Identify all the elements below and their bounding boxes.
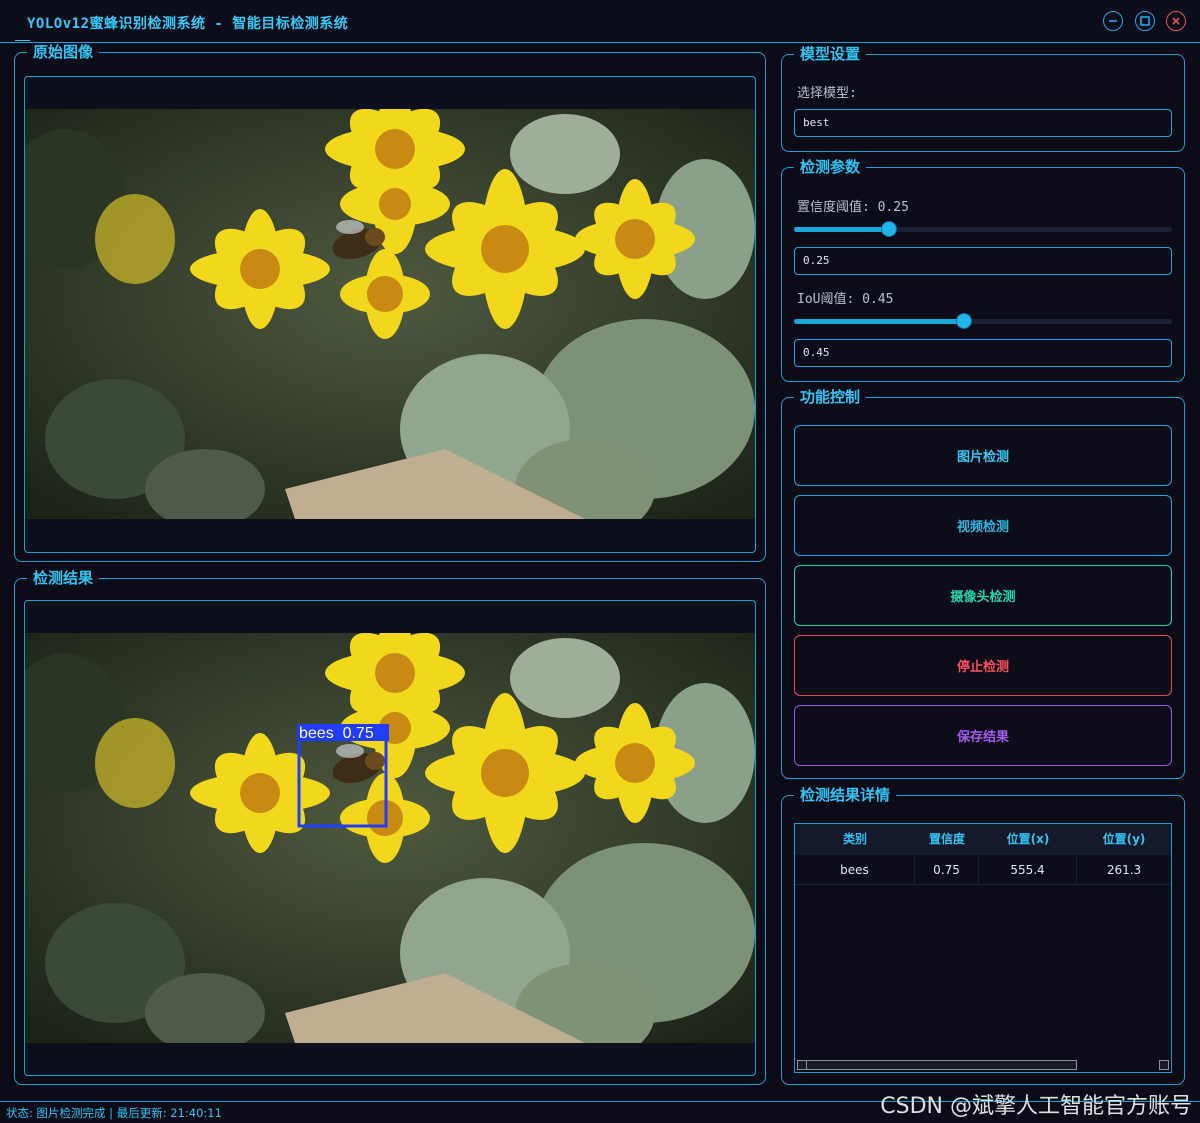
window-title: YOLOv12蜜蜂识别检测系统 - 智能目标检测系统 — [27, 16, 349, 32]
model-select-label: 选择模型: — [797, 86, 857, 101]
iou-slider[interactable] — [794, 313, 1172, 329]
close-icon[interactable] — [1166, 11, 1186, 31]
iou-input[interactable]: 0.45 — [794, 339, 1172, 367]
title-bar: YOLOv12蜜蜂识别检测系统 - 智能目标检测系统 — [0, 0, 1200, 43]
video-detect-button[interactable]: 视频检测 — [794, 495, 1172, 556]
iou-slider-fill — [794, 319, 965, 324]
detection-details-title: 检测结果详情 — [794, 786, 897, 804]
table-cell-confidence[interactable]: 0.75 — [915, 855, 979, 885]
watermark: CSDN @斌擎人工智能官方账号 — [880, 1094, 1192, 1119]
iou-slider-handle[interactable] — [956, 313, 973, 329]
detection-table: 类别 置信度 位置(x) 位置(y) bees 0.75 555.4 261.3 — [794, 823, 1172, 1073]
column-header-x[interactable]: 位置(x) — [979, 824, 1077, 855]
confidence-slider-fill — [794, 227, 889, 232]
camera-detect-button[interactable]: 摄像头检测 — [794, 565, 1172, 626]
confidence-slider-handle[interactable] — [880, 221, 897, 237]
title-underline — [15, 40, 30, 41]
scroll-right-arrow[interactable] — [1159, 1060, 1169, 1070]
column-header-y[interactable]: 位置(y) — [1077, 824, 1171, 855]
detect-params-title: 检测参数 — [794, 158, 867, 176]
table-cell-class[interactable]: bees — [795, 855, 915, 885]
horizontal-scrollbar[interactable] — [797, 1060, 1077, 1070]
result-image-title: 检测结果 — [27, 569, 100, 587]
minimize-icon[interactable] — [1103, 11, 1123, 31]
table-cell-x[interactable]: 555.4 — [979, 855, 1077, 885]
original-image-frame — [24, 76, 756, 553]
model-select[interactable]: best — [794, 109, 1172, 137]
column-header-confidence[interactable]: 置信度 — [915, 824, 979, 855]
detection-label: bees 0.75 — [299, 725, 374, 742]
table-cell-y[interactable]: 261.3 — [1077, 855, 1171, 885]
original-image-title: 原始图像 — [27, 43, 100, 61]
result-image-frame: bees 0.75 — [24, 600, 756, 1076]
scroll-left-arrow[interactable] — [797, 1060, 807, 1070]
column-header-class[interactable]: 类别 — [795, 824, 915, 855]
status-text: 状态: 图片检测完成 | 最后更新: 21:40:11 — [6, 1106, 222, 1120]
confidence-label: 置信度阈值: 0.25 — [797, 200, 909, 215]
model-settings-panel: 模型设置 — [781, 45, 1185, 152]
image-detect-button[interactable]: 图片检测 — [794, 425, 1172, 486]
confidence-input[interactable]: 0.25 — [794, 247, 1172, 275]
function-control-title: 功能控制 — [794, 388, 867, 406]
stop-detect-button[interactable]: 停止检测 — [794, 635, 1172, 696]
save-result-button[interactable]: 保存结果 — [794, 705, 1172, 766]
iou-label: IoU阈值: 0.45 — [797, 292, 894, 307]
table-header: 类别 置信度 位置(x) 位置(y) — [795, 824, 1171, 855]
confidence-slider[interactable] — [794, 221, 1172, 237]
maximize-icon[interactable] — [1135, 11, 1155, 31]
model-settings-title: 模型设置 — [794, 45, 867, 63]
result-image: bees 0.75 — [25, 633, 755, 1043]
original-image — [25, 109, 755, 519]
